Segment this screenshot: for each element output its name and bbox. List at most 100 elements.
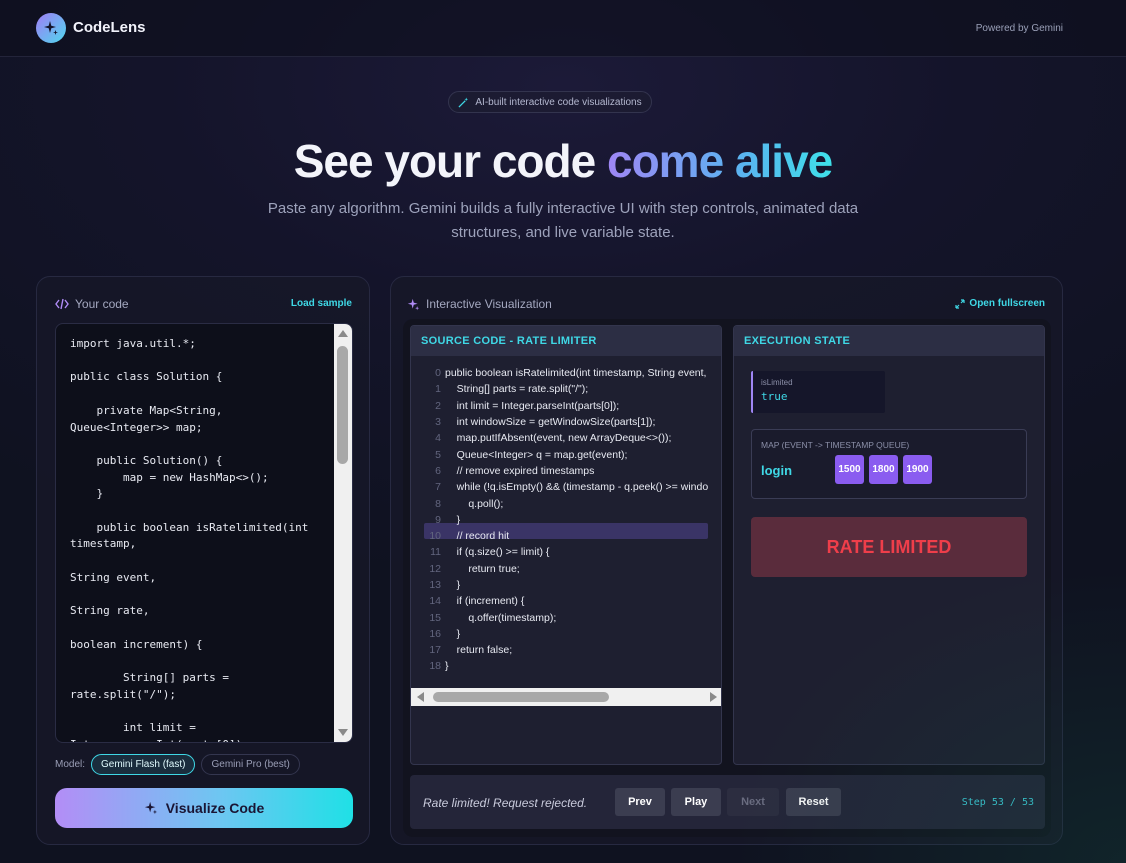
source-code-line: 3 int windowSize = getWindowSize(parts[1… — [411, 414, 721, 430]
powered-by-text: Powered by Gemini — [975, 23, 1063, 34]
hero-title-accent: come alive — [606, 135, 833, 187]
line-text: return true; — [445, 562, 520, 575]
line-number: 5 — [435, 448, 441, 461]
code-panel-header: Your code — [55, 297, 129, 311]
source-code-line: 5 Queue<Integer> q = map.get(event); — [411, 446, 721, 462]
map-key: login — [761, 463, 793, 478]
app-header: CodeLens Powered by Gemini — [0, 0, 1126, 57]
play-button[interactable]: Play — [671, 788, 721, 816]
queue-item: 1500 — [835, 455, 864, 484]
visualize-code-label: Visualize Code — [165, 800, 265, 816]
code-icon — [55, 298, 69, 310]
line-text: if (q.size() >= limit) { — [445, 546, 550, 559]
scroll-right-icon[interactable] — [710, 692, 717, 702]
variable-box: isLimited true — [751, 371, 885, 413]
model-label: Model: — [55, 759, 86, 770]
source-code-title: SOURCE CODE - RATE LIMITER — [411, 326, 721, 356]
sparkle-icon — [144, 801, 157, 815]
map-title: MAP (EVENT -> TIMESTAMP QUEUE) — [761, 440, 910, 450]
line-text: } — [445, 579, 461, 591]
line-number: 0 — [435, 367, 441, 380]
line-number: 14 — [429, 595, 441, 608]
visualize-code-button[interactable]: Visualize Code — [55, 788, 353, 828]
scroll-thumb[interactable] — [337, 346, 348, 464]
line-number: 4 — [435, 432, 441, 445]
queue-item: 1900 — [903, 455, 932, 484]
variable-value: true — [761, 390, 788, 403]
code-textarea[interactable]: import java.util.*; public class Solutio… — [55, 323, 353, 743]
source-code-line: 18} — [411, 658, 721, 674]
hscroll-thumb[interactable] — [433, 692, 609, 702]
visualization-frame: SOURCE CODE - RATE LIMITER 0 public boole… — [403, 319, 1051, 837]
prev-button[interactable]: Prev — [615, 788, 665, 816]
expand-icon — [955, 298, 966, 309]
model-option-pro[interactable]: Gemini Pro (best) — [201, 754, 300, 775]
brand-name[interactable]: CodeLens — [73, 19, 146, 36]
line-number: 10 — [429, 530, 441, 543]
line-text: // record hit — [445, 530, 510, 543]
line-number: 9 — [435, 513, 441, 526]
line-number: 6 — [435, 464, 441, 477]
source-code-line: 15 q.offer(timestamp); — [411, 609, 721, 625]
variable-name: isLimited — [761, 378, 793, 387]
open-fullscreen-button[interactable]: Open fullscreen — [955, 298, 1045, 309]
line-text: int windowSize = getWindowSize(parts[1])… — [445, 416, 656, 429]
logo-sparkle-icon[interactable] — [36, 13, 66, 43]
source-code-line: 6 // remove expired timestamps — [411, 463, 721, 479]
source-code-line: 4 map.putIfAbsent(event, new ArrayDeque<… — [411, 430, 721, 446]
source-code-line: 13 } — [411, 577, 721, 593]
source-code-line: 8 q.poll(); — [411, 495, 721, 511]
source-code-line: 0 public boolean isRatelimited(int timest… — [411, 365, 721, 381]
line-number: 15 — [429, 611, 441, 624]
scroll-up-icon[interactable] — [338, 330, 348, 337]
line-number: 1 — [435, 383, 441, 396]
next-button[interactable]: Next — [727, 788, 779, 816]
line-text: } — [445, 513, 461, 526]
line-number: 17 — [429, 644, 441, 657]
hero-title: See your code come alive — [0, 134, 1126, 188]
source-hscrollbar[interactable] — [411, 688, 721, 706]
line-number: 13 — [429, 579, 441, 591]
step-counter: Step 53 / 53 — [961, 797, 1034, 808]
code-panel-label: Your code — [75, 297, 129, 311]
line-text: public boolean isRatelimited(int timesta… — [445, 367, 707, 380]
visualization-header: Interactive Visualization — [407, 297, 552, 311]
line-number: 16 — [429, 627, 441, 640]
code-text[interactable]: import java.util.*; public class Solutio… — [70, 336, 322, 742]
source-code-line: 14 if (increment) { — [411, 593, 721, 609]
line-text: q.poll(); — [445, 497, 504, 510]
reset-button[interactable]: Reset — [786, 788, 841, 816]
visualization-panel: Interactive Visualization Open fullscree… — [390, 276, 1063, 845]
source-code-lines: 0 public boolean isRatelimited(int timest… — [411, 365, 721, 685]
scroll-left-icon[interactable] — [417, 692, 424, 702]
source-code-line: 10 // record hit — [411, 528, 721, 544]
line-text: Queue<Integer> q = map.get(event); — [445, 448, 628, 461]
hero-subtitle: Paste any algorithm. Gemini builds a ful… — [267, 200, 859, 241]
execution-state-card: EXECUTION STATE isLimited true MAP (EVEN… — [733, 325, 1045, 765]
sparkle-icon — [407, 298, 420, 310]
source-code-card: SOURCE CODE - RATE LIMITER 0 public boole… — [410, 325, 722, 765]
code-scrollbar[interactable] — [334, 324, 352, 742]
line-text: return false; — [445, 644, 513, 657]
feature-pill-text: AI-built interactive code visualizations — [475, 96, 642, 108]
model-selector: Model: Gemini Flash (fast) Gemini Pro (b… — [55, 754, 300, 775]
line-number: 2 — [435, 399, 441, 412]
scroll-down-icon[interactable] — [338, 729, 348, 736]
source-code-line: 7 while (!q.isEmpty() && (timestamp - q.… — [411, 479, 721, 495]
source-code-line: 12 return true; — [411, 561, 721, 577]
model-option-flash[interactable]: Gemini Flash (fast) — [91, 754, 196, 775]
line-number: 7 — [435, 481, 441, 494]
map-box: MAP (EVENT -> TIMESTAMP QUEUE) login 150… — [751, 429, 1027, 499]
line-text: String[] parts = rate.split("/"); — [445, 383, 589, 396]
line-number: 12 — [429, 562, 441, 575]
line-number: 18 — [429, 660, 441, 673]
source-code-line: 16 } — [411, 626, 721, 642]
load-sample-link[interactable]: Load sample — [291, 298, 352, 309]
visualization-label: Interactive Visualization — [426, 297, 552, 311]
line-number: 11 — [430, 546, 441, 559]
source-code-line: 17 return false; — [411, 642, 721, 658]
open-fullscreen-label: Open fullscreen — [969, 298, 1045, 309]
status-message: Rate limited! Request rejected. — [423, 796, 588, 810]
magic-wand-icon — [458, 96, 469, 108]
line-text: } — [445, 627, 461, 640]
